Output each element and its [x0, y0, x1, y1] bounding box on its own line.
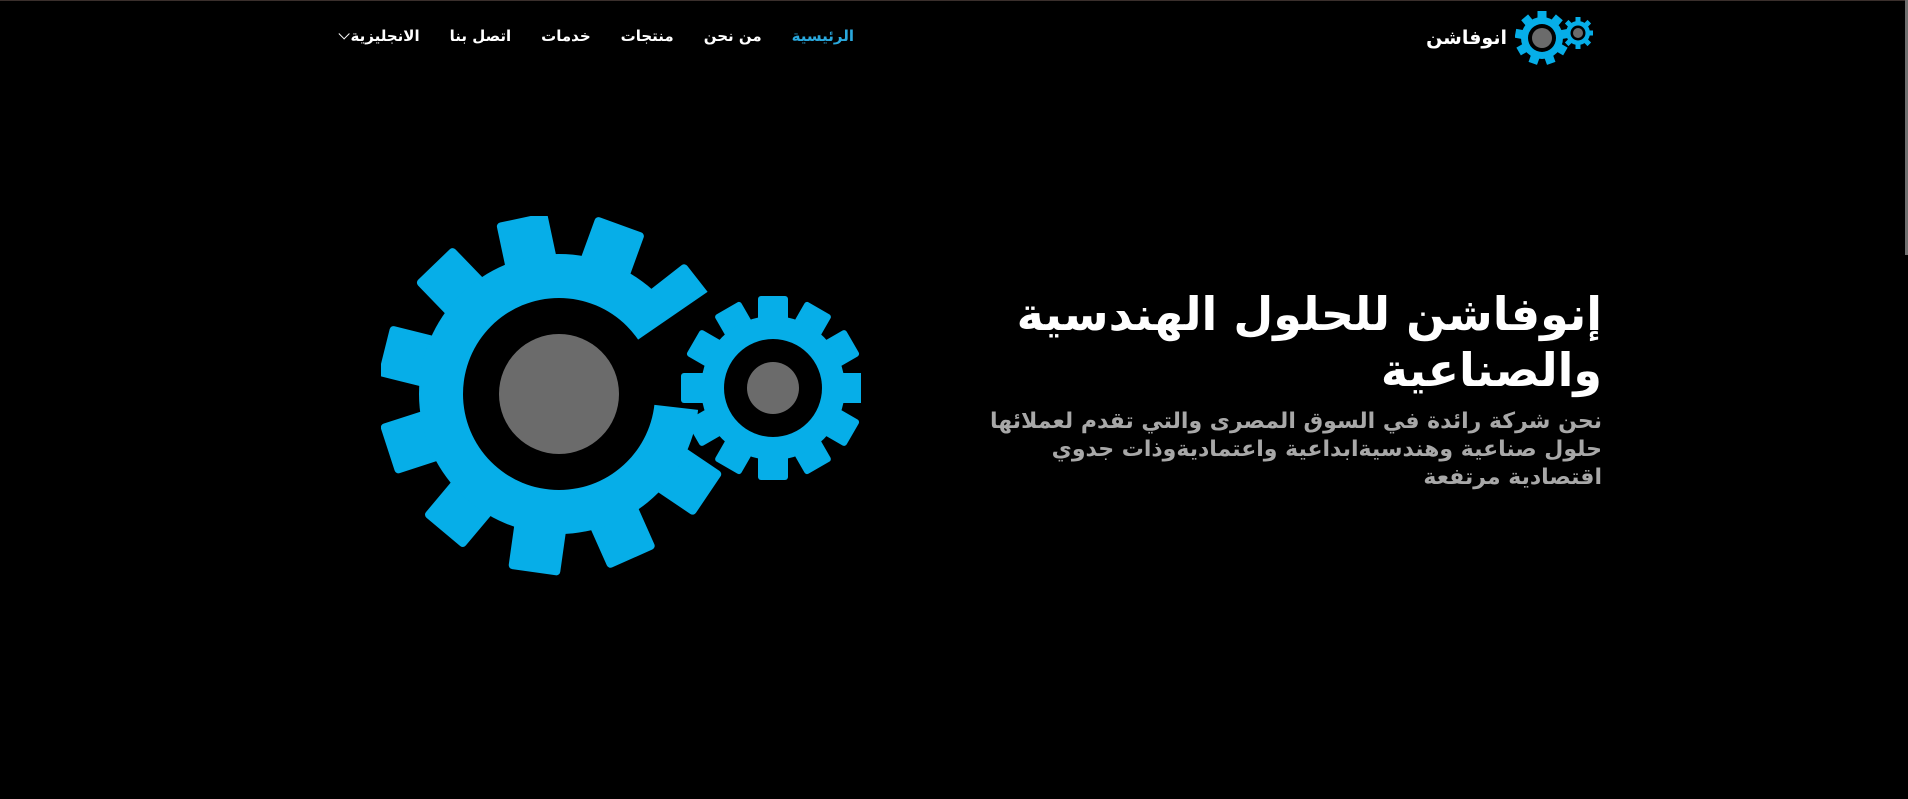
- nav-item-label: الرئيسية: [791, 27, 854, 45]
- brand[interactable]: انوفاشن: [1426, 10, 1593, 66]
- hero-text: إنوفاشن للحلول الهندسية والصناعية نحن شر…: [902, 286, 1602, 492]
- nav-item-label: الانجليزية: [350, 27, 420, 45]
- nav-item-home[interactable]: الرئيسية: [792, 27, 854, 45]
- nav-item-about[interactable]: من نحن: [704, 27, 762, 45]
- chevron-down-icon: [338, 28, 350, 40]
- nav-item-language-dropdown[interactable]: الانجليزية: [338, 27, 420, 45]
- brand-name[interactable]: انوفاشن: [1426, 27, 1507, 49]
- page: انوفاشن الرئيسية من نحن منتجات خدمات اتص…: [0, 0, 1908, 799]
- top-border: [0, 0, 1908, 1]
- hero-subtitle: نحن شركة رائدة في السوق المصرى والتي تقد…: [989, 409, 1602, 490]
- nav-item-label: خدمات: [541, 27, 591, 45]
- gears-icon[interactable]: [1515, 10, 1593, 66]
- nav-item-services[interactable]: خدمات: [541, 27, 590, 45]
- main-nav: الرئيسية من نحن منتجات خدمات اتصل بنا ال…: [338, 27, 854, 45]
- nav-item-contact[interactable]: اتصل بنا: [450, 27, 512, 45]
- nav-item-label: منتجات: [620, 27, 674, 45]
- nav-item-label: من نحن: [703, 27, 762, 45]
- hero-title: إنوفاشن للحلول الهندسية والصناعية: [1016, 287, 1602, 397]
- nav-item-products[interactable]: منتجات: [621, 27, 674, 45]
- nav-item-label: اتصل بنا: [449, 27, 512, 45]
- gears-illustration: [378, 213, 865, 600]
